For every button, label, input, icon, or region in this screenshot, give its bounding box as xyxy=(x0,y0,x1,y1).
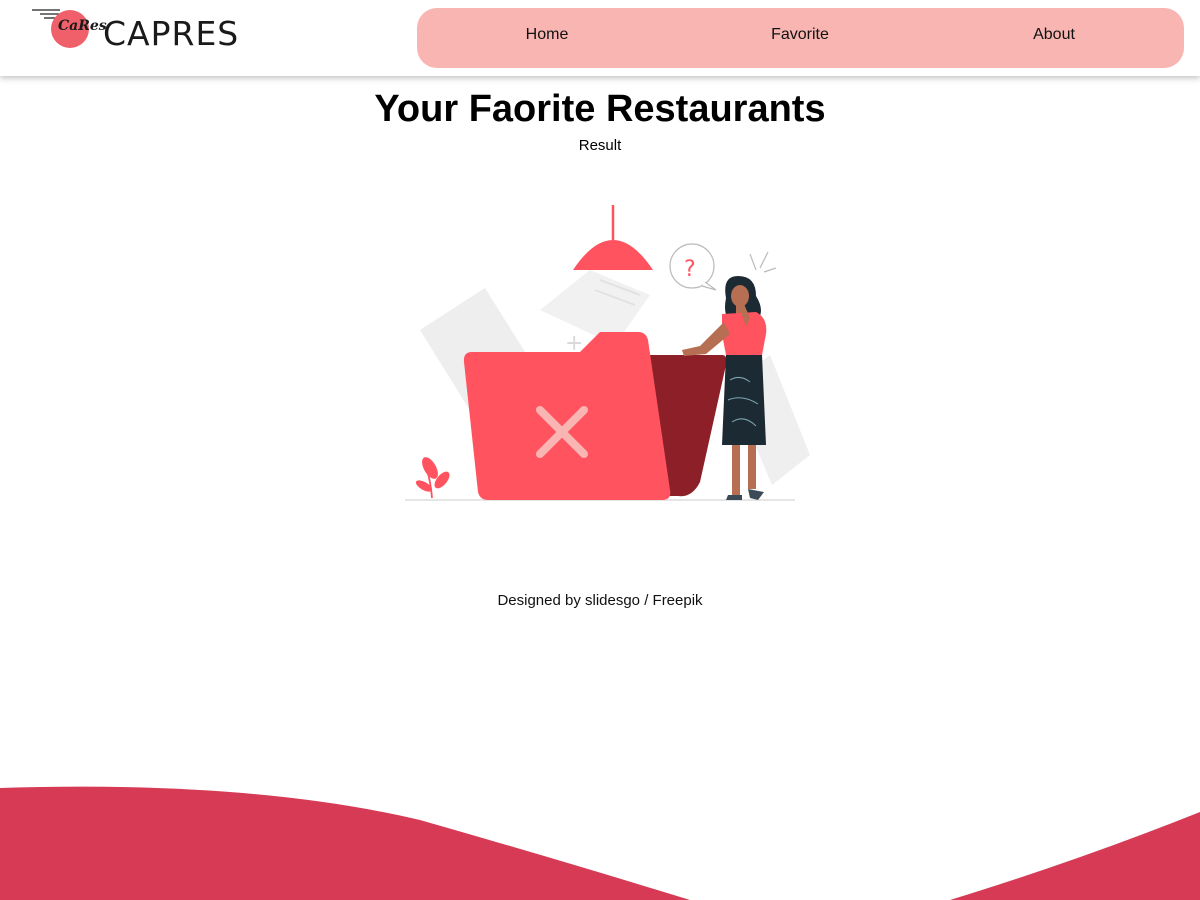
logo-script-text: CaRes xyxy=(58,18,107,34)
brand-name: CAPRES xyxy=(103,14,240,53)
nav-home[interactable]: Home xyxy=(487,8,607,68)
illustration-credit: Designed by slidesgo / Freepik xyxy=(497,592,703,609)
empty-folder-illustration: + ? xyxy=(405,205,810,501)
svg-text:?: ? xyxy=(684,257,696,282)
nav-favorite[interactable]: Favorite xyxy=(740,8,860,68)
site-header: CaRes CAPRES Home Favorite About xyxy=(0,0,1200,76)
page-title: Your Faorite Restaurants xyxy=(374,88,826,130)
plant xyxy=(415,457,450,499)
folder-front xyxy=(463,332,671,500)
footer-wave xyxy=(0,786,1200,900)
question-bubble-icon: ? xyxy=(669,243,777,291)
brand-logo[interactable]: CaRes CAPRES xyxy=(30,4,250,64)
nav-about[interactable]: About xyxy=(994,8,1114,68)
hanging-lamp xyxy=(573,205,653,270)
main-nav: Home Favorite About xyxy=(417,8,1184,68)
page-subtitle: Result xyxy=(578,137,622,154)
